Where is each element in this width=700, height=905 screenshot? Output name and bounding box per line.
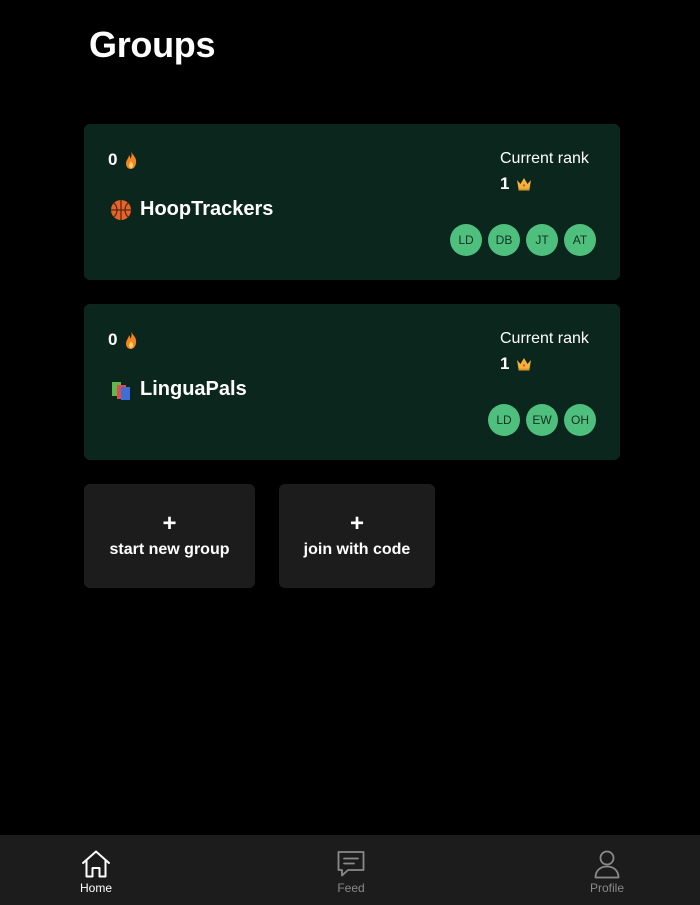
rank-value-row: 1 (500, 174, 596, 194)
avatar: EW (526, 404, 558, 436)
streak-counter: 0 (108, 330, 137, 350)
bottom-tab-bar: Home Feed Profile (0, 835, 700, 905)
tab-home[interactable]: Home (56, 849, 136, 895)
rank-label: Current rank (500, 330, 589, 347)
avatar: JT (526, 224, 558, 256)
tab-profile-label: Profile (589, 881, 624, 895)
home-icon (82, 850, 110, 878)
start-new-group-label: start new group (109, 541, 230, 558)
tab-feed[interactable]: Feed (311, 849, 391, 895)
streak-counter: 0 (108, 150, 137, 170)
current-rank: Current rank 1 (500, 150, 596, 194)
books-icon (112, 381, 130, 400)
page-title: Groups (89, 24, 216, 65)
plus-icon: + (349, 510, 364, 537)
rank-value-row: 1 (500, 354, 596, 374)
group-name: LinguaPals (140, 378, 247, 400)
tab-home-label: Home (79, 881, 112, 895)
group-name-row: LinguaPals (110, 378, 247, 401)
member-avatars: LD EW OH (488, 404, 596, 436)
rank-label: Current rank (500, 150, 589, 167)
member-avatars: LD DB JT AT (450, 224, 596, 256)
streak-value: 0 (108, 330, 118, 349)
rank-value: 1 (500, 174, 510, 193)
avatar: DB (488, 224, 520, 256)
group-card-linguapals[interactable]: 0 LinguaPals Current rank 1 LD EW OH (84, 304, 620, 460)
crown-icon (517, 358, 532, 371)
join-with-code-label: join with code (303, 541, 411, 558)
groups-page: Groups 0 HoopTrackers Current rank 1 LD … (0, 0, 700, 905)
join-with-code-button[interactable]: + join with code (279, 484, 435, 588)
avatar: OH (564, 404, 596, 436)
avatar: LD (450, 224, 482, 256)
flame-icon (126, 331, 137, 349)
flame-icon (126, 151, 137, 169)
rank-value: 1 (500, 354, 510, 373)
avatar: AT (564, 224, 596, 256)
start-new-group-button[interactable]: + start new group (84, 484, 255, 588)
crown-icon (517, 178, 532, 191)
chat-icon (337, 851, 365, 877)
tab-profile[interactable]: Profile (567, 849, 647, 895)
person-icon (594, 850, 620, 879)
group-card-hooptrackers[interactable]: 0 HoopTrackers Current rank 1 LD DB JT A… (84, 124, 620, 280)
current-rank: Current rank 1 (500, 330, 596, 374)
plus-icon: + (162, 510, 177, 537)
tab-feed-label: Feed (337, 881, 365, 895)
group-name-row: HoopTrackers (110, 198, 273, 221)
basketball-icon (111, 199, 131, 220)
avatar: LD (488, 404, 520, 436)
group-name: HoopTrackers (140, 198, 274, 220)
streak-value: 0 (108, 150, 118, 169)
